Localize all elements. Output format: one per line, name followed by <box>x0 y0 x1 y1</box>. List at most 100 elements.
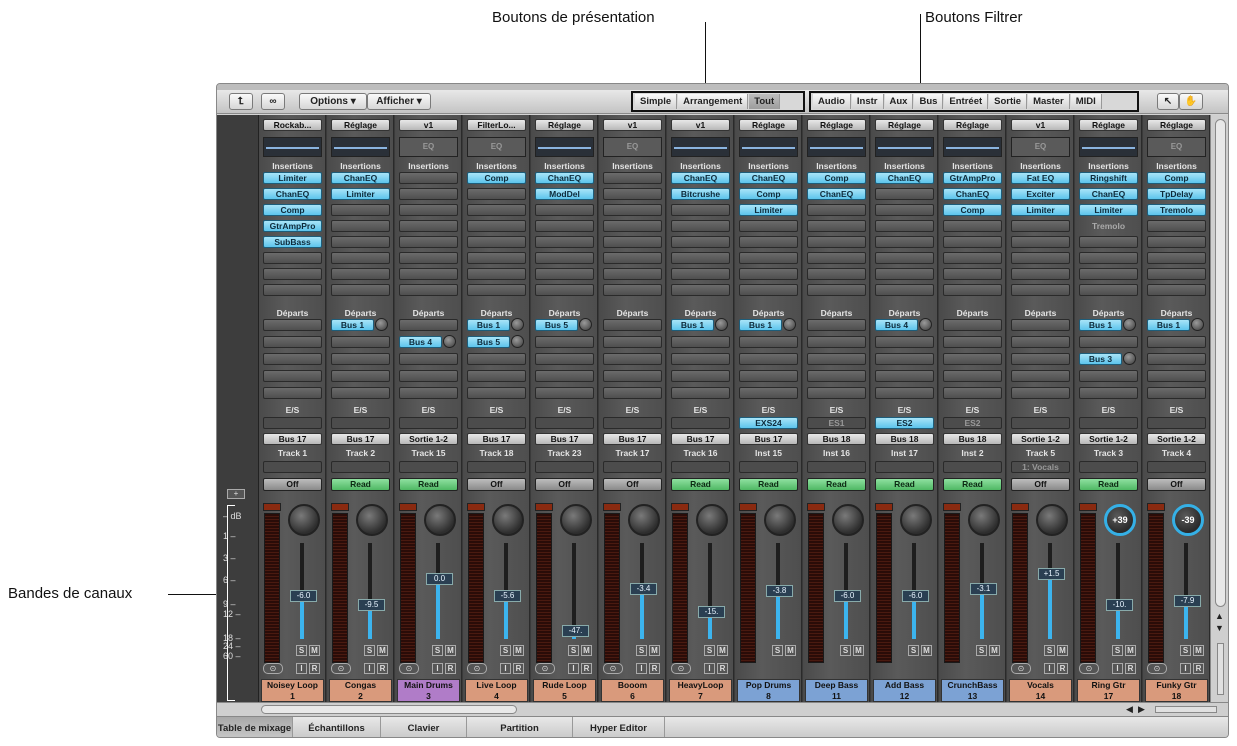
send-slot[interactable] <box>739 387 798 399</box>
send-slot[interactable] <box>807 319 866 331</box>
send-slot[interactable] <box>467 353 526 365</box>
setting-button[interactable]: Réglage <box>1147 119 1206 131</box>
channel-name[interactable]: Ring Gtr 17 <box>1077 679 1140 702</box>
insert-slot[interactable]: Bitcrushe <box>671 188 730 200</box>
insert-slot[interactable] <box>535 252 594 264</box>
send-slot[interactable] <box>807 387 866 399</box>
automation-mode-button[interactable]: Read <box>399 478 458 491</box>
send-level-knob[interactable] <box>919 318 932 331</box>
insert-slot[interactable] <box>875 252 934 264</box>
afficher-menu[interactable]: Afficher ▾ <box>367 93 431 110</box>
insert-slot[interactable] <box>603 188 662 200</box>
clip-indicator[interactable] <box>1011 503 1029 511</box>
insert-slot[interactable] <box>671 236 730 248</box>
send-slot[interactable] <box>399 387 458 399</box>
insert-slot[interactable]: ChanEQ <box>331 172 390 184</box>
send-slot[interactable] <box>263 319 322 331</box>
insert-slot[interactable]: Tremolo <box>1079 220 1138 232</box>
insert-slot[interactable] <box>399 268 458 280</box>
insert-slot[interactable] <box>1147 284 1206 296</box>
insert-slot[interactable] <box>875 268 934 280</box>
clip-indicator[interactable] <box>603 503 621 511</box>
stereo-link-icon[interactable]: ⊙ <box>399 663 419 674</box>
filter-button-bus[interactable]: Bus <box>914 94 944 109</box>
eq-display[interactable]: EQ <box>467 137 526 157</box>
stereo-link-icon[interactable]: ⊙ <box>331 663 351 674</box>
input-monitor-button[interactable]: I <box>1044 663 1055 674</box>
insert-slot[interactable] <box>943 252 1002 264</box>
fader-value[interactable]: -3.8 <box>766 585 793 597</box>
fader-value[interactable]: -6.0 <box>290 590 317 602</box>
pan-knob[interactable] <box>900 504 932 536</box>
send-slot[interactable] <box>399 370 458 382</box>
record-enable-button[interactable]: R <box>377 663 388 674</box>
solo-button[interactable]: S <box>500 645 511 656</box>
insert-slot[interactable] <box>807 236 866 248</box>
send-slot[interactable] <box>1011 319 1070 331</box>
link-button[interactable]: ∞ <box>261 93 285 110</box>
setting-button[interactable]: Réglage <box>807 119 866 131</box>
insert-slot[interactable]: GtrAmpPro <box>263 220 322 232</box>
eq-display[interactable] <box>739 137 798 157</box>
insert-slot[interactable]: Comp <box>739 188 798 200</box>
insert-slot[interactable] <box>1011 252 1070 264</box>
group-slot[interactable] <box>535 461 594 473</box>
input-slot[interactable]: EXS24 <box>739 417 798 429</box>
send-slot[interactable] <box>603 387 662 399</box>
tab-échantillons[interactable]: Échantillons <box>293 717 381 737</box>
setting-button[interactable]: Réglage <box>331 119 390 131</box>
insert-slot[interactable] <box>467 284 526 296</box>
send-slot[interactable] <box>467 370 526 382</box>
setting-button[interactable]: Réglage <box>739 119 798 131</box>
group-slot[interactable] <box>399 461 458 473</box>
insert-slot[interactable] <box>399 220 458 232</box>
mute-button[interactable]: M <box>445 645 456 656</box>
setting-button[interactable]: v1 <box>671 119 730 131</box>
send-slot[interactable]: Bus 1 <box>331 319 374 331</box>
fader-value[interactable]: 0.0 <box>426 573 453 585</box>
stereo-link-icon[interactable]: ⊙ <box>603 663 623 674</box>
insert-slot[interactable]: Comp <box>263 204 322 216</box>
channel-name[interactable]: Live Loop 4 <box>465 679 528 702</box>
insert-slot[interactable] <box>603 284 662 296</box>
insert-slot[interactable] <box>263 284 322 296</box>
mute-button[interactable]: M <box>717 645 728 656</box>
group-slot[interactable] <box>671 461 730 473</box>
insert-slot[interactable] <box>399 236 458 248</box>
insert-slot[interactable] <box>399 172 458 184</box>
input-slot[interactable] <box>399 417 458 429</box>
insert-slot[interactable]: ChanEQ <box>943 188 1002 200</box>
fader-value[interactable]: -9.5 <box>358 599 385 611</box>
setting-button[interactable]: FilterLo... <box>467 119 526 131</box>
insert-slot[interactable] <box>399 252 458 264</box>
input-monitor-button[interactable]: I <box>636 663 647 674</box>
insert-slot[interactable] <box>603 268 662 280</box>
send-slot[interactable] <box>603 353 662 365</box>
insert-slot[interactable]: Comp <box>467 172 526 184</box>
insert-slot[interactable] <box>263 252 322 264</box>
insert-slot[interactable] <box>331 268 390 280</box>
setting-button[interactable]: Réglage <box>535 119 594 131</box>
setting-button[interactable]: v1 <box>603 119 662 131</box>
send-slot[interactable] <box>263 336 322 348</box>
insert-slot[interactable] <box>1147 252 1206 264</box>
insert-slot[interactable] <box>875 188 934 200</box>
send-slot[interactable] <box>875 336 934 348</box>
insert-slot[interactable]: Limiter <box>331 188 390 200</box>
output-slot[interactable]: Bus 17 <box>331 433 390 445</box>
eq-display[interactable]: EQ <box>399 137 458 157</box>
input-slot[interactable] <box>1079 417 1138 429</box>
insert-slot[interactable]: Comp <box>1147 172 1206 184</box>
tab-table-de-mixage[interactable]: Table de mixage <box>217 717 293 737</box>
output-slot[interactable]: Bus 17 <box>739 433 798 445</box>
input-slot[interactable] <box>331 417 390 429</box>
mute-button[interactable]: M <box>989 645 1000 656</box>
send-slot[interactable] <box>943 353 1002 365</box>
input-monitor-button[interactable]: I <box>568 663 579 674</box>
send-slot[interactable] <box>331 336 390 348</box>
solo-button[interactable]: S <box>364 645 375 656</box>
output-slot[interactable]: Sortie 1-2 <box>399 433 458 445</box>
mute-button[interactable]: M <box>1193 645 1204 656</box>
clip-indicator[interactable] <box>1079 503 1097 511</box>
send-slot[interactable] <box>331 370 390 382</box>
